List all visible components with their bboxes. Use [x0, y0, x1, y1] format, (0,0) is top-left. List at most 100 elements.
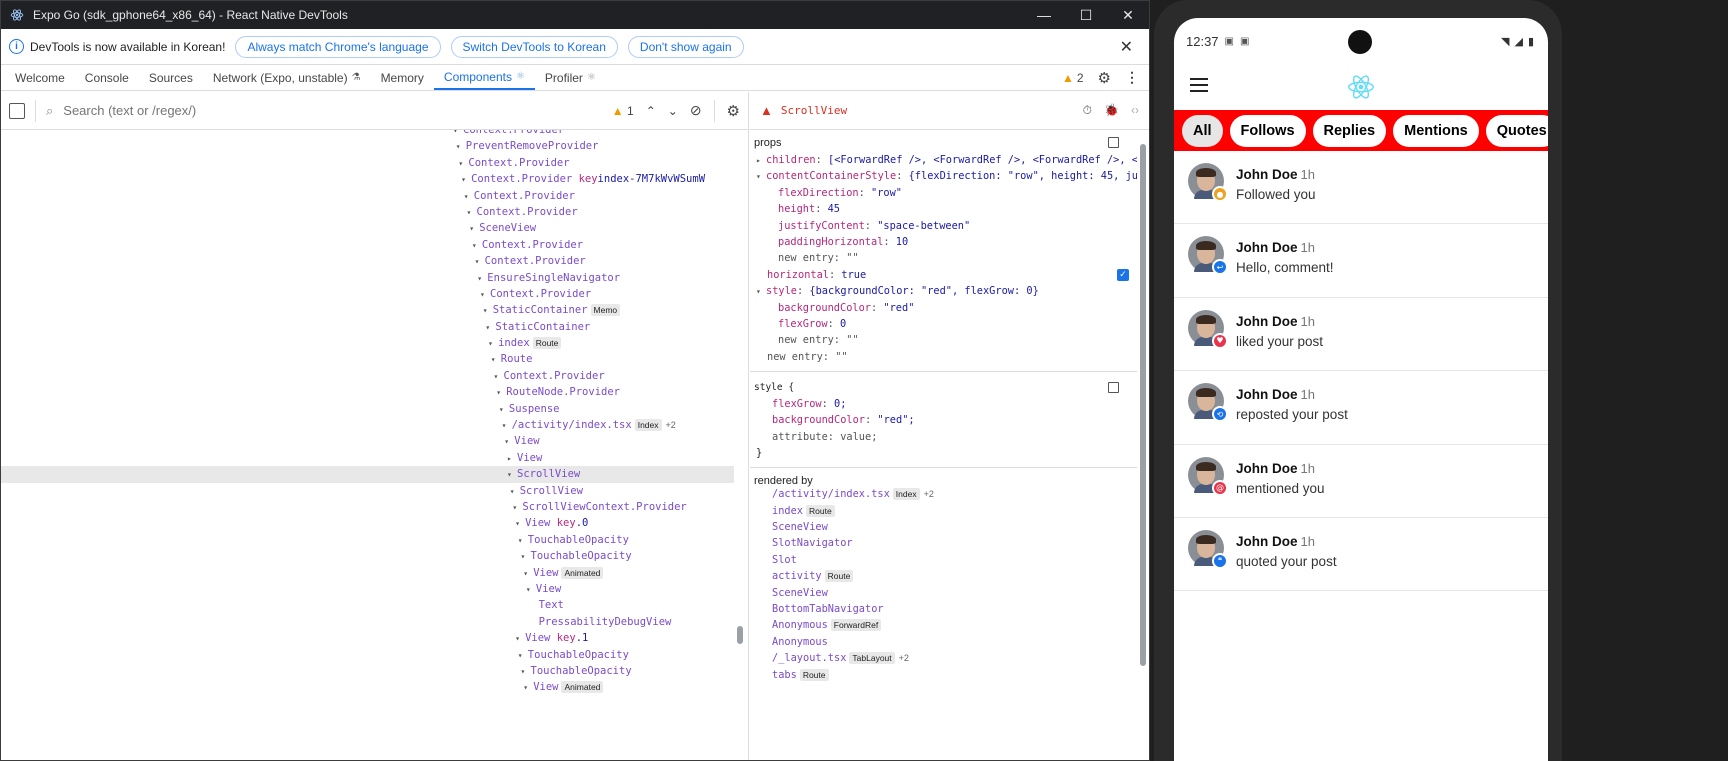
- collapse-arrow-icon[interactable]: ▾: [464, 189, 474, 205]
- prop-row[interactable]: new entry: "": [750, 349, 1137, 365]
- tree-row[interactable]: ▾ ScrollView: [1, 466, 734, 483]
- rendered-by-item[interactable]: BottomTabNavigator: [750, 601, 1137, 617]
- collapse-arrow-icon[interactable]: ▾: [510, 484, 520, 500]
- tree-row[interactable]: Text: [1, 597, 734, 613]
- notification-item[interactable]: ↩ John Doe 1h Hello, comment!: [1174, 224, 1548, 298]
- view-source-icon[interactable]: ‹›: [1131, 103, 1139, 118]
- filter-chip-mentions[interactable]: Mentions: [1393, 114, 1479, 147]
- tree-row[interactable]: ▾ View Animated: [1, 565, 734, 581]
- notification-item[interactable]: ❝ John Doe 1h quoted your post: [1174, 518, 1548, 592]
- tree-settings-gear-icon[interactable]: ⚙: [727, 102, 740, 120]
- collapse-arrow-icon[interactable]: ▾: [518, 533, 528, 549]
- rendered-by-item[interactable]: SceneView: [750, 519, 1137, 535]
- collapse-arrow-icon[interactable]: ▾: [512, 500, 522, 516]
- prop-value[interactable]: "row": [871, 187, 902, 199]
- collapse-arrow-icon[interactable]: ▾: [491, 352, 501, 368]
- prop-row[interactable]: new entry: "": [750, 332, 1137, 348]
- tree-row[interactable]: ▾ TouchableOpacity: [1, 548, 734, 564]
- collapse-arrow-icon[interactable]: ▾: [456, 139, 466, 155]
- tree-row[interactable]: ▾ ScrollViewContext.Provider: [1, 499, 734, 515]
- collapse-arrow-icon[interactable]: ▾: [756, 284, 766, 299]
- tab-welcome[interactable]: Welcome: [5, 65, 75, 90]
- collapse-arrow-icon[interactable]: ▾: [488, 336, 498, 352]
- tree-row[interactable]: ▾ index Route: [1, 335, 734, 351]
- tree-row[interactable]: ▾ PreventRemoveProvider: [1, 138, 734, 154]
- close-infobar-icon[interactable]: ✕: [1120, 37, 1141, 57]
- tree-row[interactable]: ▾ ScrollView: [1, 483, 734, 499]
- tree-row[interactable]: ▾ Route: [1, 351, 734, 367]
- filter-scrollview[interactable]: All Follows Replies Mentions Quotes: [1174, 110, 1548, 151]
- prop-row[interactable]: justifyContent: "space-between": [750, 218, 1137, 234]
- style-editor[interactable]: flexGrow: 0; backgroundColor: "red"; attri…: [750, 396, 1137, 445]
- prop-row[interactable]: ▾ style: {backgroundColor: "red", flexGro…: [750, 283, 1137, 299]
- tree-row[interactable]: PressabilityDebugView: [1, 614, 734, 630]
- expand-arrow-icon[interactable]: ▸: [756, 153, 766, 168]
- collapse-arrow-icon[interactable]: ▾: [521, 549, 531, 565]
- collapse-arrow-icon[interactable]: ▾: [458, 156, 468, 172]
- tree-row[interactable]: ▾ TouchableOpacity: [1, 532, 734, 548]
- rendered-by-item[interactable]: /activity/index.tsx Index +2: [750, 486, 1137, 502]
- props-scrollbar[interactable]: [1139, 130, 1147, 760]
- tree-row[interactable]: ▾ View key.0: [1, 515, 734, 531]
- collapse-arrow-icon[interactable]: ▾: [472, 238, 482, 254]
- tree-row[interactable]: ▾ Context.Provider: [1, 130, 734, 138]
- tree-row[interactable]: ▾ Context.Provider: [1, 253, 734, 269]
- filter-chip-quotes[interactable]: Quotes: [1485, 114, 1548, 147]
- expand-arrow-icon[interactable]: ▸: [507, 451, 517, 467]
- prop-row[interactable]: ▸ children: [<ForwardRef />, <ForwardRef …: [750, 152, 1137, 168]
- copy-icon[interactable]: [1108, 382, 1119, 394]
- tab-network[interactable]: Network (Expo, unstable) ⚗: [203, 65, 371, 90]
- tree-row[interactable]: ▾ View: [1, 433, 734, 449]
- tree-row[interactable]: ▾ View Animated: [1, 679, 734, 695]
- collapse-arrow-icon[interactable]: ▾: [469, 221, 479, 237]
- debug-bug-icon[interactable]: 🐞: [1104, 103, 1119, 118]
- collapse-arrow-icon[interactable]: ▾: [502, 418, 512, 434]
- prop-value[interactable]: 0: [840, 318, 846, 330]
- collapse-arrow-icon[interactable]: ▾: [526, 582, 536, 598]
- collapse-arrow-icon[interactable]: ▾: [483, 303, 493, 319]
- collapse-arrow-icon[interactable]: ▾: [477, 271, 487, 287]
- rendered-by-item[interactable]: index Route: [750, 503, 1137, 519]
- notification-item[interactable]: @ John Doe 1h mentioned you: [1174, 445, 1548, 518]
- tree-row[interactable]: ▾ Context.Provider: [1, 237, 734, 253]
- warnings-indicator[interactable]: ▲ 2: [1062, 71, 1084, 85]
- prop-value[interactable]: "space-between": [877, 220, 970, 232]
- collapse-arrow-icon[interactable]: ▾: [521, 664, 531, 680]
- rendered-by-item[interactable]: Slot: [750, 552, 1137, 568]
- prop-value[interactable]: [<ForwardRef />, <ForwardRef />, <Forwar…: [828, 154, 1137, 166]
- collapse-arrow-icon[interactable]: ▾: [485, 320, 495, 336]
- settings-gear-icon[interactable]: ⚙: [1098, 69, 1111, 87]
- prop-value[interactable]: "": [846, 252, 858, 264]
- tree-row[interactable]: ▾ Context.Provider keyindex-7M7kWvWSumW: [1, 171, 734, 187]
- collapse-arrow-icon[interactable]: ▾: [523, 680, 533, 696]
- tree-scrollbar-thumb[interactable]: [737, 626, 743, 644]
- prop-value[interactable]: {flexDirection: "row", height: 45, justi…: [909, 170, 1137, 182]
- rendered-by-item[interactable]: activity Route: [750, 568, 1137, 584]
- tree-row[interactable]: ▾ Context.Provider: [1, 204, 734, 220]
- notification-item[interactable]: ♥ John Doe 1h liked your post: [1174, 298, 1548, 372]
- collapse-arrow-icon[interactable]: ▾: [523, 566, 533, 582]
- filter-chip-follows[interactable]: Follows: [1229, 114, 1306, 147]
- collapse-arrow-icon[interactable]: ▾: [504, 434, 514, 450]
- dont-show-again-button[interactable]: Don't show again: [627, 35, 744, 58]
- rendered-by-item[interactable]: tabs Route: [750, 667, 1137, 683]
- copy-icon[interactable]: [1108, 137, 1119, 148]
- collapse-arrow-icon[interactable]: ▾: [515, 516, 525, 532]
- select-element-icon[interactable]: [9, 102, 25, 119]
- tree-scrollbar[interactable]: [736, 130, 744, 760]
- disable-filter-icon[interactable]: ⊘: [690, 102, 702, 119]
- tree-row[interactable]: ▾ View key.1: [1, 630, 734, 646]
- prop-value[interactable]: true: [841, 269, 866, 281]
- prop-row[interactable]: horizontal: true ✓: [750, 267, 1137, 283]
- tab-profiler[interactable]: Profiler ⚛: [535, 65, 606, 90]
- collapse-arrow-icon[interactable]: ▾: [496, 385, 506, 401]
- rendered-by-item[interactable]: SceneView: [750, 585, 1137, 601]
- suspend-timer-icon[interactable]: ⏱: [1083, 103, 1092, 118]
- switch-language-button[interactable]: Switch DevTools to Korean: [450, 35, 618, 58]
- prop-value[interactable]: "red": [883, 302, 914, 314]
- rendered-by-item[interactable]: /_layout.tsx TabLayout +2: [750, 650, 1137, 666]
- rendered-by-item[interactable]: Anonymous ForwardRef: [750, 617, 1137, 633]
- filter-chip-all[interactable]: All: [1182, 114, 1223, 147]
- tree-row[interactable]: ▾ SceneView: [1, 220, 734, 236]
- chevron-up-icon[interactable]: ⌃: [646, 104, 656, 118]
